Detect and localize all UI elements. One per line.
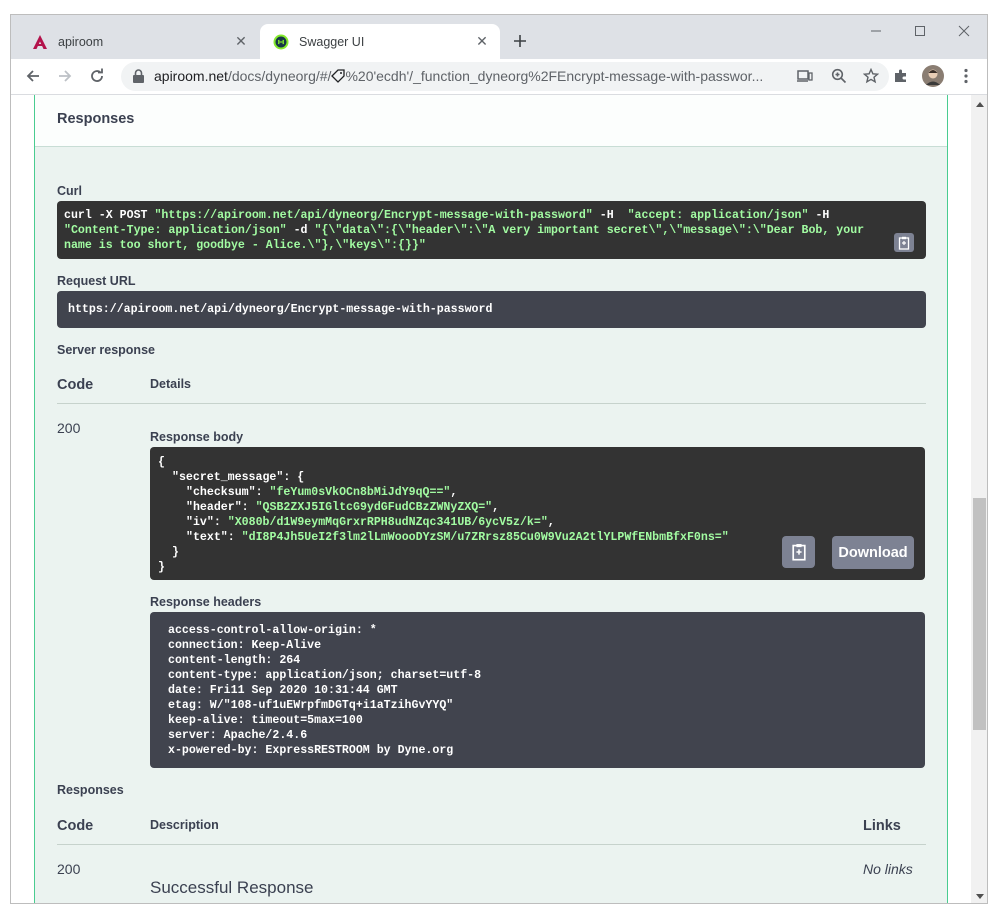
header-line: etag: W/"108-uf1uEWrpfmDGTq+i1aTzihGvYYQ… [168,699,454,712]
header-line: content-length: 264 [168,654,301,667]
json-line: } [158,561,165,574]
clipboard-icon [898,236,910,250]
json-line: "iv": "X080b/d1W9eymMqGrxrRPH8udNZqc341U… [186,516,555,529]
tab-swagger-ui[interactable]: Swagger UI ✕ [260,24,500,59]
browser-window: apiroom ✕ Swagger UI ✕ apiroom.net/docs/… [10,14,988,904]
response-headers-block[interactable]: access-control-allow-origin: * connectio… [150,612,925,768]
close-tab-icon[interactable]: ✕ [233,33,249,50]
forward-arrow-icon [59,70,72,82]
response-body-block[interactable]: { "secret_message": { "checksum": "feYum… [150,447,925,580]
bookmark-star-icon[interactable] [862,67,880,89]
code-column-header: Code [57,818,94,834]
json-line: "header": "QSB2ZXJ5IGltcG9ydGFudCBzZWNyZ… [186,501,500,514]
lock-icon[interactable] [132,69,145,89]
minimize-button[interactable] [854,17,898,45]
header-line: x-powered-by: ExpressRESTROOM by Dyne.or… [168,744,454,757]
tab-title: Swagger UI [299,34,365,49]
scroll-down-arrow-icon[interactable] [971,888,987,903]
url-text: apiroom.net/docs/dyneorg/#/ %20'ecdh'/_fu… [154,62,763,91]
close-window-button[interactable] [942,17,986,45]
back-arrow-icon [26,70,39,82]
links-column-header: Links [863,818,901,834]
menu-button[interactable] [952,62,980,90]
responses-section-header: Responses [35,95,947,147]
browser-toolbar: apiroom.net/docs/dyneorg/#/ %20'ecdh'/_fu… [11,59,987,95]
clipboard-icon [791,544,806,561]
response-body-label: Response body [150,430,244,444]
operation-block: Responses Curl curl -X POST "https://api… [34,95,948,903]
server-response-label: Server response [57,343,155,357]
json-line: "checksum": "feYum0sVkOCn8bMiJdY9qQ==", [186,486,458,499]
page-viewport: Responses Curl curl -X POST "https://api… [11,95,971,903]
response-code: 200 [57,861,81,877]
curl-code-block[interactable]: curl -X POST "https://apiroom.net/api/dy… [57,201,926,259]
forward-button[interactable] [51,62,79,90]
description-column-header: Description [150,818,219,832]
extensions-button[interactable] [887,62,915,90]
url-rest: %20'ecdh'/_function_dyneorg%2FEncrypt-me… [345,68,764,84]
response-description: Successful Response [150,878,314,897]
curl-line: "Content-Type: application/json" -d "{\"… [64,224,865,237]
no-links-text: No links [863,861,913,877]
request-url-label: Request URL [57,274,136,288]
url-path: /docs/dyneorg/#/ [227,68,332,84]
request-url-text: https://apiroom.net/api/dyneorg/Encrypt-… [68,303,493,316]
json-line: { [158,456,165,469]
zoom-icon[interactable] [831,68,847,89]
plus-icon [514,35,526,47]
reload-icon [91,68,103,82]
close-icon [958,25,970,37]
profile-avatar[interactable] [919,62,947,90]
copy-response-button[interactable] [782,536,815,568]
curl-line: name is too short, goodbye - Alice.\"},\… [64,239,426,252]
back-button[interactable] [19,62,47,90]
json-line: "secret_message": { [172,471,305,484]
header-line: server: Apache/2.4.6 [168,729,308,742]
request-url-block[interactable]: https://apiroom.net/api/dyneorg/Encrypt-… [57,291,926,328]
curl-line: curl -X POST "https://apiroom.net/api/dy… [64,209,830,222]
minimize-icon [871,30,881,32]
close-tab-icon[interactable]: ✕ [474,33,490,50]
response-headers-label: Response headers [150,595,262,609]
kebab-menu-icon [964,68,968,84]
divider [57,844,926,845]
json-line: } [172,546,179,559]
details-column-header: Details [150,377,191,391]
scroll-up-arrow-icon[interactable] [971,95,987,112]
avatar-icon [922,65,944,87]
reload-button[interactable] [83,62,111,90]
vertical-scrollbar[interactable] [971,95,987,903]
divider [57,403,926,404]
header-line: date: Fri11 Sep 2020 10:31:44 GMT [168,684,398,697]
apiroom-logo-icon [32,34,48,50]
download-button[interactable]: Download [832,536,914,569]
responses-label: Responses [57,783,124,797]
new-tab-button[interactable] [508,29,532,53]
header-line: connection: Keep-Alive [168,639,322,652]
responses-title: Responses [57,111,135,127]
scrollbar-thumb[interactable] [973,498,986,730]
header-line: content-type: application/json; charset=… [168,669,482,682]
swagger-logo-icon [273,34,289,50]
curl-label: Curl [57,184,82,198]
copy-curl-button[interactable] [894,233,914,252]
url-domain: apiroom.net [154,68,228,84]
header-line: keep-alive: timeout=5max=100 [168,714,363,727]
maximize-icon [915,26,925,36]
json-line: "text": "dI8P4Jh5UeI2f3lm2lLmWoooDYzSM/u… [186,531,729,544]
response-status-code: 200 [57,420,81,436]
maximize-button[interactable] [898,17,942,45]
header-line: access-control-allow-origin: * [168,624,377,637]
url-tag-icon [331,64,346,93]
device-icon[interactable] [797,69,813,88]
puzzle-icon [895,69,906,82]
address-bar[interactable]: apiroom.net/docs/dyneorg/#/ %20'ecdh'/_fu… [121,62,889,91]
code-column-header: Code [57,377,94,393]
tab-strip: apiroom ✕ Swagger UI ✕ [11,15,987,59]
tab-title: apiroom [58,34,104,49]
tab-apiroom[interactable]: apiroom ✕ [19,24,259,59]
